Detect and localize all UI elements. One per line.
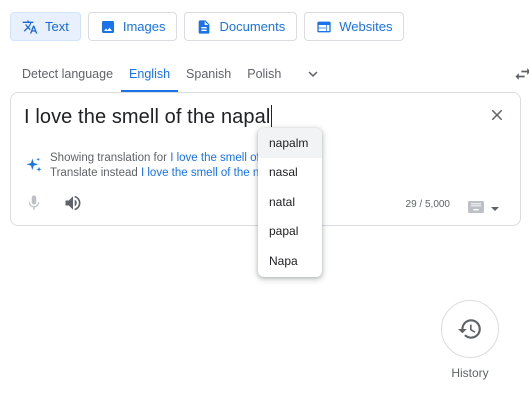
text-mode-button[interactable]: Text [10,12,81,41]
history-label: History [451,366,489,380]
source-text-input[interactable]: I love the smell of the napal [24,105,273,129]
documents-mode-button[interactable]: Documents [184,12,298,41]
voice-input-button[interactable] [25,194,43,212]
clear-text-button[interactable] [488,106,506,124]
tab-english[interactable]: English [121,56,179,92]
tab-spanish[interactable]: Spanish [178,56,239,92]
showing-translation-line: Showing translation for I love the smell… [50,151,266,166]
instead-prefix: Translate instead [50,166,141,179]
autocomplete-option[interactable]: nasal [258,158,322,188]
mode-buttons: Text Images Documents Websites [10,12,405,41]
websites-mode-label: Websites [339,19,393,34]
autocomplete-option[interactable]: napalm [258,128,322,158]
text-mode-label: Text [45,19,69,34]
source-language-bar: Detect language English Spanish Polish [14,56,529,92]
showing-prefix: Showing translation for [50,152,171,164]
autocomplete-option[interactable]: natal [258,187,322,217]
listen-button[interactable] [63,193,83,213]
volume-icon [65,195,81,211]
documents-mode-label: Documents [219,19,286,34]
character-count: 29 / 5,000 [405,199,450,210]
images-mode-label: Images [122,19,166,34]
caret-down-icon [491,207,499,211]
tab-detect-language[interactable]: Detect language [14,56,121,92]
swap-languages-button[interactable] [513,64,529,84]
autocomplete-option[interactable]: papal [258,217,322,247]
source-text-value: I love the smell of the napal [24,106,271,128]
text-caret [271,105,273,127]
swap-icon [515,68,529,80]
document-icon [199,19,210,34]
websites-mode-button[interactable]: Websites [304,12,405,41]
image-icon [101,20,114,33]
close-icon [491,109,503,121]
history-button[interactable] [441,300,499,358]
translate-icon [22,19,38,34]
chevron-down-icon [308,71,318,77]
autocomplete-option[interactable]: Napa [258,246,322,276]
website-icon [317,21,331,32]
translate-instead-link[interactable]: I love the smell of the na [141,167,266,179]
history-icon [458,319,481,339]
tab-polish[interactable]: Polish [239,56,289,92]
microphone-icon [28,195,40,210]
keyboard-icon [468,201,484,213]
more-languages-button[interactable] [295,56,331,92]
sparkle-icon [24,156,44,176]
showing-translation-link[interactable]: I love the smell of [170,152,259,164]
autocomplete-dropdown: napalm nasal natal papal Napa [258,128,322,277]
input-tools-button[interactable] [468,200,484,213]
spelling-suggestion: Showing translation for I love the smell… [50,151,266,180]
translate-instead-line: Translate instead I love the smell of th… [50,166,266,181]
images-mode-button[interactable]: Images [87,12,178,41]
input-tools-dropdown[interactable] [490,201,500,211]
